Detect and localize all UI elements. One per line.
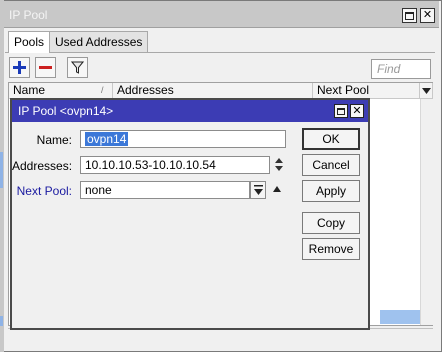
- window-titlebar[interactable]: IP Pool ✕: [1, 1, 439, 28]
- vertical-scrollbar[interactable]: [420, 99, 433, 325]
- name-label: Name:: [36, 133, 72, 147]
- name-field[interactable]: ovpn14: [80, 130, 286, 148]
- tab-used-addresses[interactable]: Used Addresses: [49, 31, 149, 53]
- apply-button[interactable]: Apply: [302, 180, 360, 202]
- copy-button[interactable]: Copy: [302, 212, 360, 234]
- filter-button[interactable]: [67, 57, 88, 78]
- column-menu-icon: [421, 88, 431, 94]
- column-addresses-label: Addresses: [117, 83, 174, 97]
- find-input[interactable]: Find: [371, 59, 431, 79]
- next-pool-collapse-button[interactable]: [270, 181, 284, 199]
- addresses-value: 10.10.10.53-10.10.10.54: [85, 158, 216, 172]
- tab-pools[interactable]: Pools: [8, 31, 51, 53]
- column-next-pool[interactable]: Next Pool: [313, 83, 420, 99]
- close-icon: ✕: [422, 9, 433, 21]
- remove-button[interactable]: [35, 57, 56, 78]
- background-selection: [0, 316, 3, 326]
- next-pool-value: none: [85, 183, 112, 197]
- cancel-button[interactable]: Cancel: [302, 154, 360, 176]
- spinner-icon: [275, 158, 283, 171]
- sort-icon: /: [101, 85, 104, 95]
- filter-icon: [71, 61, 84, 74]
- dialog-restore-button[interactable]: [334, 104, 348, 118]
- dialog-titlebar[interactable]: IP Pool <ovpn14> ✕: [12, 100, 368, 122]
- restore-icon: [405, 11, 414, 20]
- column-name-label: Name: [13, 83, 46, 97]
- addresses-field[interactable]: 10.10.10.53-10.10.10.54: [80, 156, 270, 174]
- remove-pool-button[interactable]: Remove: [302, 238, 360, 260]
- name-value: ovpn14: [85, 132, 129, 146]
- column-addresses[interactable]: Addresses: [113, 83, 313, 99]
- next-pool-dropdown-button[interactable]: [250, 181, 266, 199]
- dialog-close-button[interactable]: ✕: [350, 104, 364, 118]
- dropdown-icon: [253, 184, 263, 195]
- next-pool-select[interactable]: none: [80, 181, 250, 199]
- add-button[interactable]: [9, 57, 30, 78]
- close-button[interactable]: ✕: [420, 8, 435, 23]
- column-menu-button[interactable]: [420, 83, 433, 99]
- close-icon: ✕: [352, 104, 362, 117]
- column-name[interactable]: Name /: [9, 83, 113, 99]
- selected-row[interactable]: [380, 310, 422, 324]
- status-bar: [8, 328, 433, 346]
- collapse-icon: [273, 186, 281, 192]
- dialog-title: IP Pool <ovpn14>: [18, 104, 114, 118]
- restore-button[interactable]: [402, 8, 417, 23]
- window-title: IP Pool: [9, 8, 48, 22]
- remove-icon: [39, 66, 52, 69]
- addresses-label: Addresses:: [12, 159, 73, 173]
- background-selection: [0, 152, 3, 188]
- restore-icon: [337, 107, 345, 115]
- ip-pool-dialog: IP Pool <ovpn14> ✕ Name: ovpn14 Addresse…: [10, 98, 370, 330]
- tab-divider: [5, 52, 435, 53]
- add-icon: [13, 61, 26, 74]
- addresses-spinner[interactable]: [272, 156, 286, 174]
- column-next-pool-label: Next Pool: [317, 83, 370, 97]
- ok-button[interactable]: OK: [302, 128, 360, 150]
- next-pool-label: Next Pool:: [16, 184, 72, 198]
